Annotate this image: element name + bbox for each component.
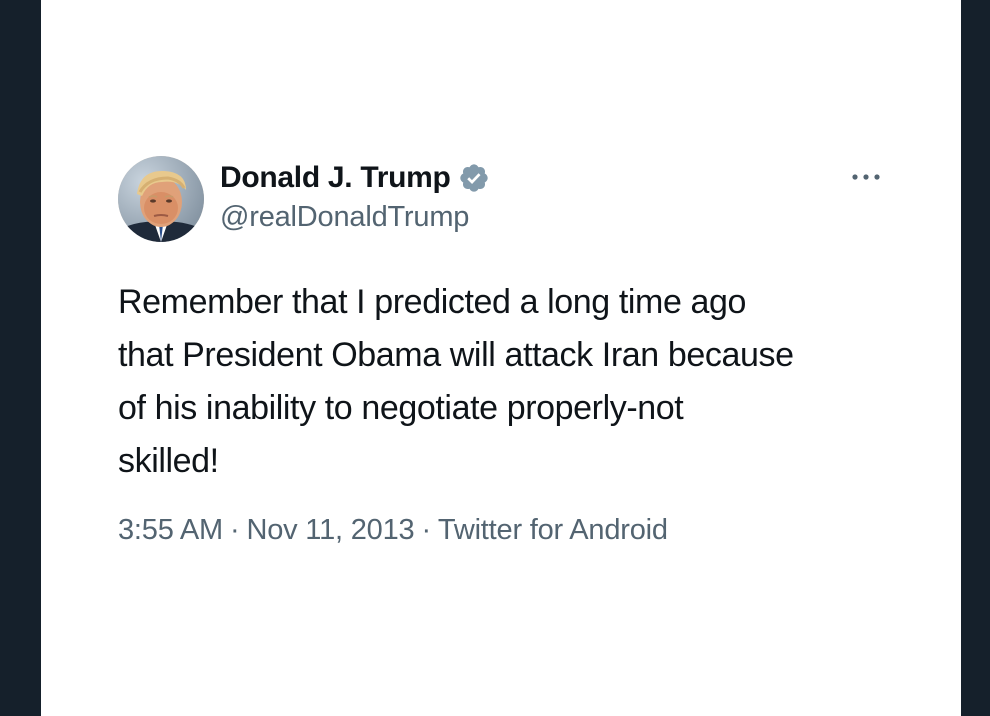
tweet-text: Remember that I predicted a long time ag…: [118, 283, 794, 480]
avatar-photo-icon: [118, 156, 204, 242]
verified-badge-icon[interactable]: [458, 162, 490, 194]
meta-separator: ·: [230, 514, 240, 546]
screenshot-frame: Donald J. Trump @realDonaldTrump Remembe…: [0, 0, 990, 716]
tweet-source[interactable]: Twitter for Android: [438, 514, 668, 546]
more-horizontal-icon: [852, 174, 880, 180]
tweet-time[interactable]: 3:55 AM: [118, 514, 223, 546]
tweet-metadata: 3:55 AM · Nov 11, 2013 · Twitter for Android: [118, 514, 668, 547]
author-avatar[interactable]: [118, 156, 204, 242]
display-name-row: Donald J. Trump: [220, 158, 490, 198]
tweet-date[interactable]: Nov 11, 2013: [246, 514, 414, 546]
tweet-card: Donald J. Trump @realDonaldTrump Remembe…: [41, 0, 961, 716]
meta-separator: ·: [421, 514, 431, 546]
more-options-button[interactable]: [841, 162, 891, 192]
display-name[interactable]: Donald J. Trump: [220, 161, 451, 195]
author-names: Donald J. Trump @realDonaldTrump: [220, 158, 490, 234]
author-handle[interactable]: @realDonaldTrump: [220, 201, 490, 234]
